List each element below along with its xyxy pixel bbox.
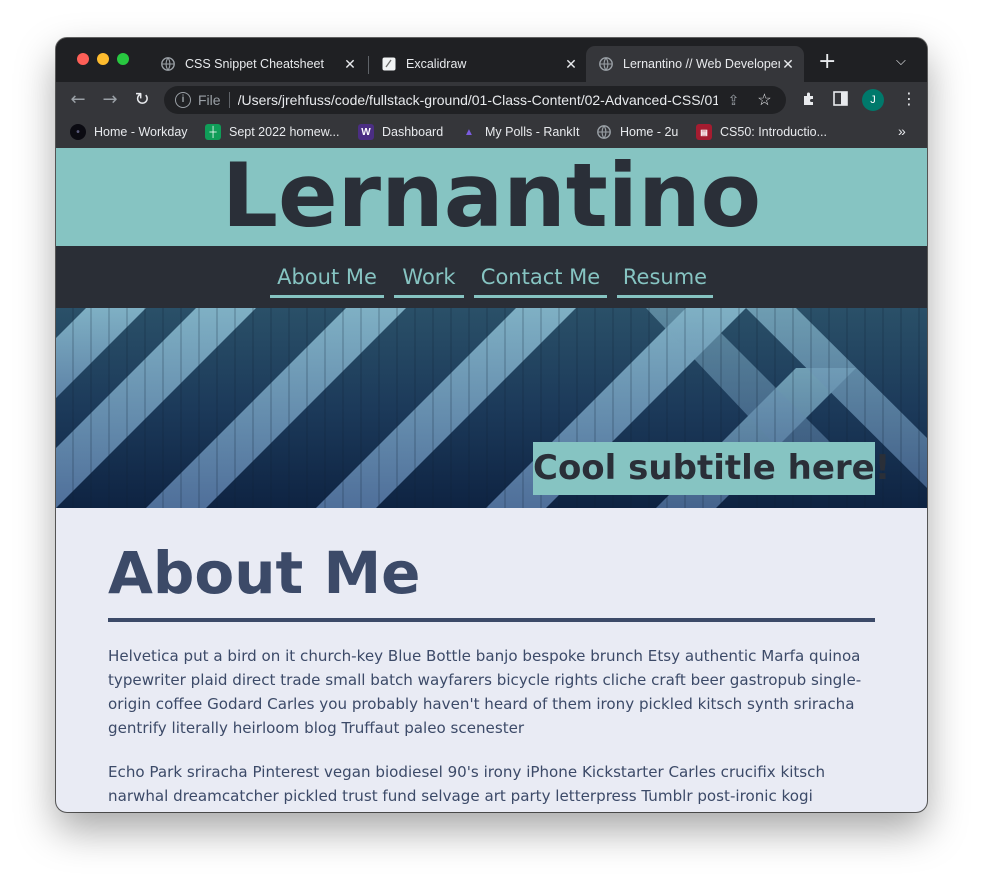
close-tab-icon[interactable]: ✕ [342,56,358,73]
about-paragraph: Echo Park sriracha Pinterest vegan biodi… [108,763,826,812]
browser-menu-icon[interactable]: ⋮ [901,89,917,108]
bookmark-label: Home - 2u [620,125,679,139]
close-window-button[interactable] [77,53,89,65]
nav-link-about-me[interactable]: About Me [270,262,384,298]
profile-avatar[interactable]: J [862,89,884,111]
bookmark-item[interactable]: W Dashboard [358,124,443,140]
globe-icon [160,56,176,72]
extensions-puzzle-icon[interactable] [801,91,817,111]
bookmark-label: My Polls - RankIt [485,125,580,139]
hero-subtitle: Cool subtitle here! [533,442,890,495]
nav-link-work[interactable]: Work [394,262,464,298]
address-bar[interactable]: i File /Users/jrehfuss/code/fullstack-gr… [164,86,786,114]
share-icon[interactable]: ⇪ [728,92,740,109]
about-heading: About Me [108,539,421,607]
tab-css-snippet[interactable]: CSS Snippet Cheatsheet ✕ [148,46,366,82]
hero-banner: Cool subtitle here! [56,308,927,508]
tab-search-chevron-icon[interactable]: ⌵ [896,54,906,69]
uw-icon: W [358,124,374,140]
workday-icon: • [70,124,86,140]
rankit-icon: ▲ [464,126,474,138]
page-viewport: Lernantino About Me Work Contact Me Resu… [56,148,927,812]
omnibox-divider [228,92,230,108]
zoom-window-button[interactable] [117,53,129,65]
bookmark-star-icon[interactable]: ☆ [757,90,771,110]
bookmark-item[interactable]: ▲ My Polls - RankIt [461,124,579,140]
back-arrow-icon[interactable]: ← [66,88,90,112]
tab-title: Excalidraw [406,57,467,71]
tab-strip: CSS Snippet Cheatsheet ✕ Excalidraw ✕ Le… [56,38,927,82]
site-nav: About Me Work Contact Me Resume [56,246,927,308]
tab-lernantino[interactable]: Lernantino // Web Developer ✕ [586,46,804,82]
reload-icon[interactable]: ↻ [130,88,154,112]
new-tab-button[interactable]: + [818,51,836,73]
bookmark-label: Dashboard [382,125,444,139]
bookmark-label: Home - Workday [94,125,188,139]
nav-link-contact-me[interactable]: Contact Me [474,262,607,298]
heading-underline [108,618,875,622]
browser-toolbar: ← → ↻ i File /Users/jrehfuss/code/fullst… [56,82,927,118]
bookmark-item[interactable]: ▤ CS50: Introductio... [696,124,827,140]
globe-icon [598,56,614,72]
nav-link-resume[interactable]: Resume [617,262,713,298]
about-paragraph: Helvetica put a bird on it church-key Bl… [108,647,862,737]
minimize-window-button[interactable] [97,53,109,65]
site-info-icon[interactable]: i [175,92,191,108]
side-panel-icon[interactable] [833,91,848,110]
globe-icon [596,124,612,140]
tab-title: Lernantino // Web Developer [623,57,780,71]
browser-window: CSS Snippet Cheatsheet ✕ Excalidraw ✕ Le… [56,38,927,812]
bookmark-item[interactable]: ┼ Sept 2022 homew... [205,124,340,140]
close-tab-icon[interactable]: ✕ [563,56,579,73]
more-bookmarks-chevron-icon[interactable]: » [898,123,906,139]
tab-title: CSS Snippet Cheatsheet [185,57,324,71]
bookmarks-bar: • Home - Workday ┼ Sept 2022 homew... W … [56,118,927,148]
harvard-icon: ▤ [696,124,712,140]
tab-excalidraw[interactable]: Excalidraw ✕ [369,46,587,82]
sheets-icon: ┼ [205,124,221,140]
forward-arrow-icon[interactable]: → [98,88,122,112]
url-scheme: File [198,92,221,108]
bookmark-item[interactable]: • Home - Workday [70,124,188,140]
url-text[interactable]: /Users/jrehfuss/code/fullstack-ground/01… [238,92,718,108]
site-header: Lernantino [56,148,927,246]
bookmark-label: CS50: Introductio... [720,125,828,139]
bookmark-item[interactable]: Home - 2u [596,124,678,140]
site-title: Lernantino [221,148,762,247]
close-tab-icon[interactable]: ✕ [780,56,796,73]
excalidraw-icon [381,56,397,72]
bookmark-label: Sept 2022 homew... [229,125,340,139]
